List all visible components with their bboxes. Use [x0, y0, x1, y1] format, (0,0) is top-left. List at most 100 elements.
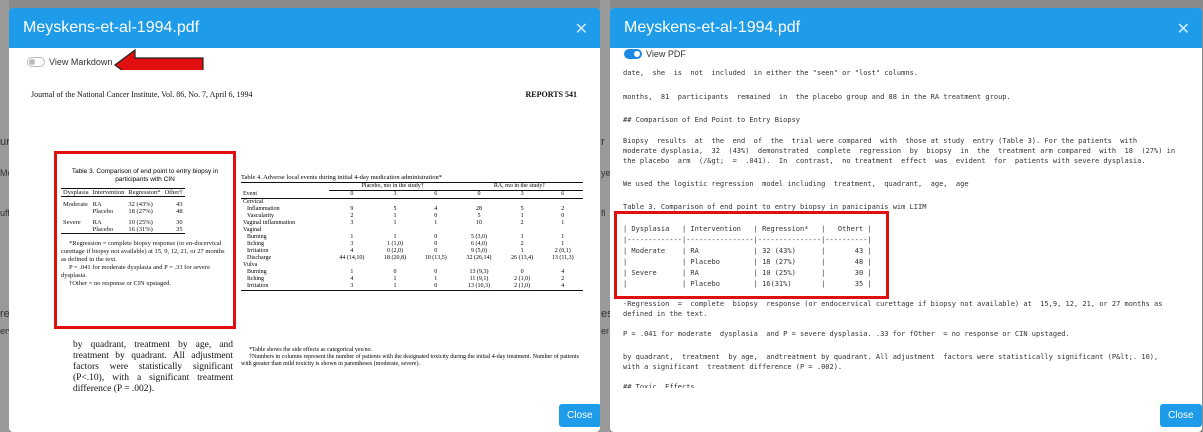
table-cell: 0: [520, 269, 524, 275]
table-cell: 1: [393, 276, 397, 282]
table-cell: 6 (4,0): [470, 241, 487, 247]
table-cell: 5: [477, 213, 481, 219]
table-cell: 4: [561, 269, 565, 275]
table3-highlight-box: [54, 151, 236, 329]
close-icon[interactable]: ✕: [575, 19, 588, 39]
table-cell: Vascularity: [247, 213, 274, 219]
table-cell: 5: [520, 206, 524, 212]
page-number: REPORTS 541: [525, 90, 577, 99]
view-pdf-toggle[interactable]: [624, 49, 642, 59]
table-cell: 9 (5,0): [470, 248, 487, 254]
table-header-cell: Event: [243, 190, 257, 197]
table-cell: 10: [475, 220, 482, 226]
table-section-label: Vaginal: [243, 227, 262, 233]
table-header-cell: 6: [561, 191, 565, 197]
table-row: Burning 1 0 0 13 (9,3) 0 4: [241, 269, 583, 276]
table-row: Vascularity 2 1 0 5 1 0: [241, 213, 583, 220]
bg-fragment: er: [601, 326, 610, 336]
table4-title: Table 4. Adverse local events during ini…: [241, 174, 442, 181]
table-row: Discharge 44 (14,10) 18 (20,8) 10 (13,5) 32 …: [241, 255, 583, 262]
table-cell: Itching: [247, 276, 264, 282]
table-cell: 1 (1,0): [387, 241, 403, 247]
table-row: Itching 4 1 1 11 (9,1) 2 (1,0) 2: [241, 276, 583, 283]
markdown-table-highlight-box: [614, 211, 889, 299]
table-header-cell: RA, mo in the study†: [456, 182, 583, 191]
table-section-label: Vaginal inflammation: [243, 220, 296, 226]
markdown-paragraph: -Regression = complete biopsy response (…: [623, 300, 1163, 318]
view-pdf-label: View PDF: [646, 49, 686, 59]
table-cell: Irritation: [247, 248, 269, 254]
table-cell: 0: [434, 269, 438, 275]
view-markdown-toggle[interactable]: [27, 57, 45, 67]
table-cell: 3: [350, 220, 354, 226]
table-cell: 32 (26,14): [466, 255, 492, 261]
table-cell: Inflammation: [247, 206, 280, 212]
close-button[interactable]: Close: [1160, 404, 1202, 427]
table-header-row: Placebo, mo in the study† RA, mo in the …: [241, 182, 583, 191]
table-section-row: Vulva: [241, 262, 583, 269]
table-cell: 0: [393, 269, 397, 275]
modal-title: Meyskens-et-al-1994.pdf: [624, 19, 801, 36]
table-header-cell: 3: [393, 191, 397, 197]
table-cell: 1: [434, 220, 438, 226]
table-cell: 1: [434, 276, 438, 282]
table-row: Itching 3 1 (1,0) 0 6 (4,0) 2 1: [241, 241, 583, 248]
table-row: Vaginal inflammation 3 1 1 10 2 1: [241, 220, 583, 227]
table-section-label: Vulva: [243, 262, 258, 268]
table-cell: 2: [561, 276, 565, 282]
table-row: Inflammation 9 5 4 28 5 2: [241, 206, 583, 213]
table-cell: 0: [434, 241, 438, 247]
table4-footnotes: *Table shows the side effects as categor…: [241, 347, 583, 368]
close-button[interactable]: Close: [559, 404, 600, 427]
table-cell: 3: [350, 283, 354, 289]
table-cell: 11 (9,1): [469, 276, 489, 282]
markdown-heading: ## Comparison of End Point to Entry Biop…: [623, 116, 801, 124]
table-cell: 1: [393, 213, 397, 219]
table-cell: 0: [561, 213, 565, 219]
table-cell: 4: [434, 206, 438, 212]
table-cell: 13 (11,3): [551, 255, 574, 261]
table4: Placebo, mo in the study† RA, mo in the …: [241, 182, 583, 291]
table-cell: 1: [350, 269, 354, 275]
table-cell: 0: [434, 248, 438, 254]
close-icon[interactable]: ✕: [1177, 19, 1190, 39]
table-row: Irritation 3 1 0 13 (10,3) 2 (1,0) 4: [241, 283, 583, 291]
table-cell: 3: [350, 241, 354, 247]
table-cell: 2: [561, 206, 565, 212]
bg-fragment: r: [601, 136, 605, 148]
markdown-paragraph: by quadrant, treatment by age, andtreatm…: [623, 353, 1159, 371]
journal-header: Journal of the National Cancer Institute…: [31, 90, 253, 99]
table-cell: 0 (2,0): [387, 248, 403, 254]
table-cell: 10 (13,5): [424, 255, 447, 261]
table-cell: 18 (20,8): [384, 255, 406, 261]
table-cell: 2: [350, 213, 354, 219]
table-cell: 0: [434, 213, 438, 219]
markdown-line: months, 81 participants remained in the …: [623, 93, 1011, 101]
table-header-cell: 0: [477, 191, 481, 197]
table-cell: Burning: [247, 269, 267, 275]
table-cell: Itching: [247, 241, 264, 247]
table-cell: 2: [520, 220, 524, 226]
table-section-label: Cervical: [243, 199, 264, 205]
table-cell: 1: [520, 248, 524, 254]
table-section-row: Vaginal: [241, 227, 583, 234]
table-cell: 26 (13,4): [511, 255, 534, 261]
table-cell: 13 (10,3): [467, 283, 490, 289]
table-cell: 1: [393, 234, 397, 240]
table-header-cell: Placebo, mo in the study†: [329, 182, 457, 191]
table-cell: 5: [393, 206, 397, 212]
table-cell: 1: [350, 234, 354, 240]
modal-header: Meyskens-et-al-1994.pdf ✕: [9, 8, 600, 48]
table-row: Burning 1 1 0 5 (3,0) 1 1: [241, 234, 583, 241]
table4-grid: Placebo, mo in the study† RA, mo in the …: [241, 182, 583, 291]
table-cell: 0: [434, 234, 438, 240]
markdown-viewer-modal: Meyskens-et-al-1994.pdf ✕ View PDF date,…: [610, 8, 1202, 432]
table-cell: 4: [561, 283, 565, 289]
table-header-row: Event 0 3 6 0 3 6: [241, 191, 583, 199]
table-cell: 28: [475, 206, 482, 212]
table-cell: 1: [561, 220, 565, 226]
view-markdown-label: View Markdown: [49, 57, 113, 67]
modal-header: Meyskens-et-al-1994.pdf ✕: [610, 8, 1202, 48]
modal-title: Meyskens-et-al-1994.pdf: [23, 19, 200, 36]
table-cell: 2: [520, 241, 524, 247]
